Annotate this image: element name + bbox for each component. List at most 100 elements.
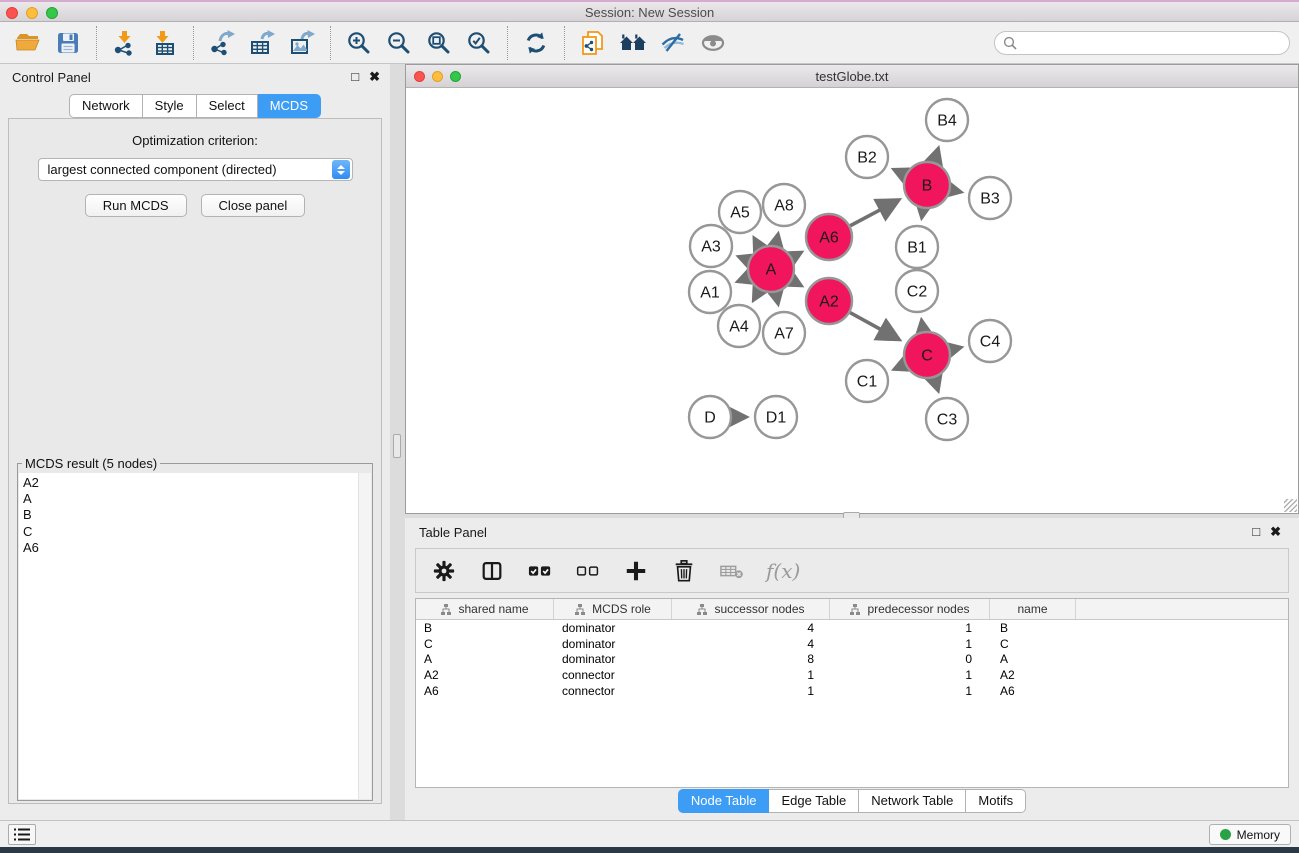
graph-edge-C-C3[interactable] (934, 378, 938, 390)
hide-selected-button[interactable] (656, 26, 690, 60)
graph-node-A7[interactable]: A7 (763, 312, 805, 354)
graph-node-C2[interactable]: C2 (896, 270, 938, 312)
table-settings-button[interactable] (430, 557, 458, 585)
result-list-scrollbar[interactable] (358, 473, 371, 799)
graph-edge-C-C4[interactable] (950, 348, 960, 350)
graph-edge-B-B2[interactable] (894, 170, 905, 175)
graph-node-C4[interactable]: C4 (969, 320, 1011, 362)
cell[interactable]: 4 (672, 621, 830, 635)
graph-edge-A-A4[interactable] (754, 290, 760, 300)
graph-edge-B-B3[interactable] (951, 190, 961, 192)
graph-edge-C-C2[interactable] (922, 321, 924, 332)
result-item-c[interactable]: C (23, 524, 358, 540)
vertical-splitter[interactable] (390, 64, 405, 820)
search-input[interactable] (1023, 34, 1289, 52)
result-item-a2[interactable]: A2 (23, 475, 358, 491)
table-row[interactable]: Cdominator41C (416, 636, 1288, 652)
export-table-button[interactable] (245, 26, 279, 60)
graph-node-A3[interactable]: A3 (690, 225, 732, 267)
cell[interactable]: C (990, 637, 1076, 651)
run-mcds-button[interactable]: Run MCDS (85, 194, 187, 217)
apply-layout-button[interactable] (519, 26, 553, 60)
window-resize-grip[interactable] (1284, 499, 1297, 512)
graph-node-A8[interactable]: A8 (763, 184, 805, 226)
export-network-button[interactable] (205, 26, 239, 60)
cell[interactable]: 1 (830, 684, 990, 698)
network-graph[interactable]: B4B2BB3A5A8A6A3AB1A1A2C2A4A7C4C1CC3DD1 (406, 88, 1298, 513)
graph-node-B2[interactable]: B2 (846, 136, 888, 178)
cell[interactable]: 8 (672, 652, 830, 666)
graph-edge-A-A1[interactable] (738, 277, 748, 281)
show-all-button[interactable] (696, 26, 730, 60)
cell[interactable]: B (990, 621, 1076, 635)
import-table-button[interactable] (148, 26, 182, 60)
cell[interactable]: 1 (830, 637, 990, 651)
search-field[interactable] (994, 31, 1290, 55)
close-panel-button[interactable]: Close panel (201, 194, 306, 217)
graph-edge-C-C1[interactable] (895, 365, 905, 370)
tab-style[interactable]: Style (143, 94, 197, 118)
tab-mcds[interactable]: MCDS (258, 94, 321, 118)
graph-node-C[interactable]: C (904, 332, 950, 378)
zoom-in-button[interactable] (342, 26, 376, 60)
graph-edge-B-B4[interactable] (934, 149, 938, 162)
show-columns-button[interactable] (478, 557, 506, 585)
column-header-name[interactable]: name (990, 599, 1076, 619)
cell[interactable]: A (416, 652, 554, 666)
save-session-button[interactable] (51, 26, 85, 60)
table-row[interactable]: A6connector11A6 (416, 683, 1288, 699)
cell[interactable]: 1 (830, 621, 990, 635)
export-image-button[interactable] (285, 26, 319, 60)
tab-motifs[interactable]: Motifs (966, 789, 1026, 813)
cell[interactable]: dominator (554, 621, 672, 635)
table-row[interactable]: Adominator80A (416, 651, 1288, 667)
tab-node-table[interactable]: Node Table (678, 789, 770, 813)
cell[interactable]: 1 (672, 684, 830, 698)
column-header-shared-name[interactable]: shared name (416, 599, 554, 619)
cell[interactable]: A6 (416, 684, 554, 698)
create-column-button[interactable] (622, 557, 650, 585)
zoom-selected-button[interactable] (462, 26, 496, 60)
graph-edge-A-A7[interactable] (776, 293, 778, 304)
cell[interactable]: dominator (554, 652, 672, 666)
mcds-result-list[interactable]: A2ABCA6 (19, 473, 358, 799)
table-row[interactable]: Bdominator41B (416, 620, 1288, 636)
result-item-a[interactable]: A (23, 491, 358, 507)
result-item-a6[interactable]: A6 (23, 540, 358, 556)
criterion-dropdown[interactable]: largest connected component (directed) (38, 158, 353, 181)
tab-select[interactable]: Select (197, 94, 258, 118)
cell[interactable]: C (416, 637, 554, 651)
cell[interactable]: 1 (830, 668, 990, 682)
graph-edge-A6-B[interactable] (850, 200, 899, 226)
cell[interactable]: A6 (990, 684, 1076, 698)
graph-node-A[interactable]: A (748, 246, 794, 292)
import-network-button[interactable] (108, 26, 142, 60)
new-network-from-selection-button[interactable] (576, 26, 610, 60)
memory-button[interactable]: Memory (1209, 824, 1291, 845)
graph-edge-A-A3[interactable] (739, 257, 749, 261)
float-panel-icon[interactable]: □ (351, 69, 359, 85)
cell[interactable]: connector (554, 668, 672, 682)
graph-node-C1[interactable]: C1 (846, 360, 888, 402)
graph-node-A2[interactable]: A2 (806, 278, 852, 324)
graph-node-A6[interactable]: A6 (806, 214, 852, 260)
graph-edge-B-B1[interactable] (922, 209, 923, 218)
graph-node-A5[interactable]: A5 (719, 191, 761, 233)
select-all-button[interactable] (526, 557, 554, 585)
zoom-out-button[interactable] (382, 26, 416, 60)
network-canvas[interactable]: B4B2BB3A5A8A6A3AB1A1A2C2A4A7C4C1CC3DD1 (406, 88, 1298, 513)
node-table[interactable]: shared nameMCDS rolesuccessor nodesprede… (415, 598, 1289, 788)
cell[interactable]: 1 (672, 668, 830, 682)
graph-edge-A-A5[interactable] (754, 238, 759, 248)
float-table-panel-icon[interactable]: □ (1252, 524, 1260, 540)
graph-node-D1[interactable]: D1 (755, 396, 797, 438)
close-table-panel-icon[interactable]: ✖ (1270, 524, 1281, 540)
column-header-mcds-role[interactable]: MCDS role (554, 599, 672, 619)
graph-edge-A-A2[interactable] (792, 281, 801, 286)
result-item-b[interactable]: B (23, 507, 358, 523)
graph-node-B4[interactable]: B4 (926, 99, 968, 141)
graph-node-B3[interactable]: B3 (969, 177, 1011, 219)
tab-edge-table[interactable]: Edge Table (769, 789, 859, 813)
graph-edge-A2-C[interactable] (850, 313, 899, 340)
cell[interactable]: connector (554, 684, 672, 698)
